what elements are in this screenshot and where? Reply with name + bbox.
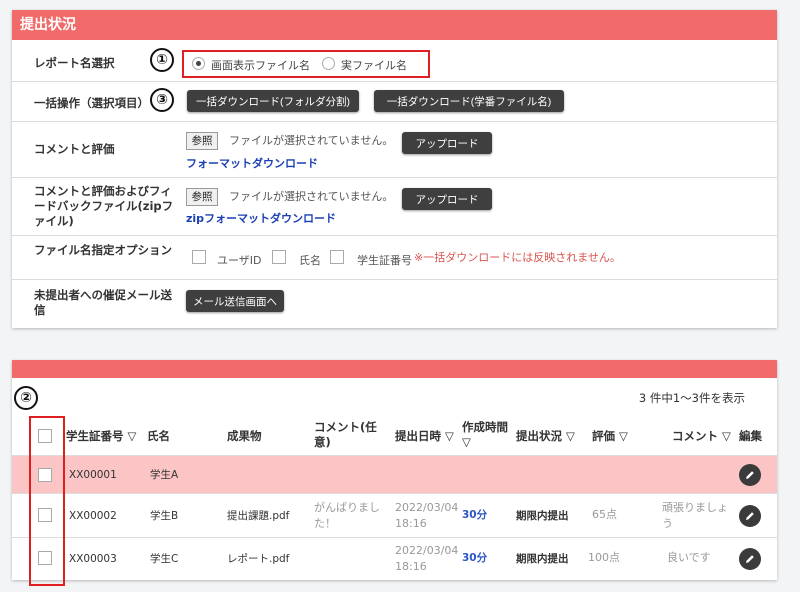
- bulk-download-folder-button[interactable]: 一括ダウンロード(フォルダ分割): [187, 90, 359, 112]
- cell-submit-time: 18:16: [395, 517, 427, 530]
- cell-name: 学生B: [150, 510, 179, 522]
- cell-grade: 65点: [592, 508, 617, 521]
- table-header-row: 学生証番号 ▽ 氏名 成果物 コメント(任意) 提出日時 ▽ 作成時間 ▽ 提出…: [12, 416, 777, 456]
- th-comment[interactable]: コメント ▽: [672, 429, 731, 444]
- cell-status: 期限内提出: [516, 553, 569, 565]
- result-count: 3 件中1～3件を表示: [638, 391, 745, 405]
- cell-status: 期限内提出: [516, 510, 569, 522]
- feedback-zip-row: コメントと評価およびフィードバックファイル(zipファイル) 参照 ファイルが選…: [12, 178, 777, 236]
- cell-comment: 頑張りましょう: [662, 501, 728, 530]
- format-download-link[interactable]: フォーマットダウンロード: [186, 155, 318, 171]
- table-row: XX00003 学生C レポート.pdf 2022/03/04 18:16 30…: [12, 538, 777, 580]
- comment-grade-row: コメントと評価 参照 ファイルが選択されていません。 アップロード フォーマット…: [12, 122, 777, 178]
- upload-button[interactable]: アップロード: [402, 132, 492, 154]
- table-row: XX00002 学生B 提出課題.pdf がんばりました！ 2022/03/04…: [12, 494, 777, 538]
- checkbox-student-no-label: 学生証番号: [357, 254, 412, 267]
- bulk-download-student-button[interactable]: 一括ダウンロード(学番ファイル名): [374, 90, 564, 112]
- checkbox-student-no[interactable]: [330, 250, 344, 264]
- cell-name: 学生C: [150, 553, 179, 565]
- th-comment-optional: コメント(任意): [314, 420, 377, 449]
- checkbox-name-label: 氏名: [299, 254, 321, 267]
- mail-send-button[interactable]: メール送信画面へ: [186, 290, 284, 312]
- reminder-row: 未提出者への催促メール送信 メール送信画面へ: [12, 280, 777, 328]
- pencil-icon: [746, 555, 754, 563]
- panel-title: 提出状況: [12, 10, 777, 40]
- checkbox-user-id-label: ユーザID: [217, 254, 262, 267]
- th-deliverable: 成果物: [227, 429, 262, 443]
- table-panel-header: [12, 360, 777, 378]
- checkbox-user-id[interactable]: [192, 250, 206, 264]
- checkbox-name[interactable]: [272, 250, 286, 264]
- cell-student-no: XX00002: [69, 510, 117, 522]
- annotation-circled-2: ②: [14, 386, 38, 410]
- cell-file-link[interactable]: 提出課題.pdf: [227, 509, 289, 523]
- cell-name: 学生A: [150, 469, 179, 481]
- annotation-circled-3: ③: [150, 88, 174, 112]
- th-status[interactable]: 提出状況 ▽: [516, 429, 575, 444]
- annotation-circled-1: ①: [150, 48, 174, 72]
- upload-zip-button[interactable]: アップロード: [402, 188, 492, 210]
- browse-button[interactable]: 参照: [186, 132, 218, 150]
- annotation-box-checkbox-column: [29, 416, 65, 586]
- th-name: 氏名: [147, 429, 170, 443]
- cell-comment-optional: がんばりました！: [314, 501, 380, 530]
- no-file-text: ファイルが選択されていません。: [229, 134, 394, 147]
- cell-submit-date: 2022/03/04: [395, 544, 459, 557]
- bulk-note: ※一括ダウンロードには反映されません。: [414, 251, 621, 264]
- cell-comment: 良いです: [667, 551, 711, 564]
- filename-option-label: ファイル名指定オプション: [34, 243, 172, 257]
- cell-file-link[interactable]: レポート.pdf: [227, 552, 289, 566]
- th-student-no[interactable]: 学生証番号 ▽: [66, 429, 136, 444]
- th-edit: 編集: [739, 429, 762, 443]
- annotation-box-report-name: [182, 50, 430, 78]
- pencil-icon: [746, 512, 754, 520]
- cell-student-no: XX00003: [69, 553, 117, 565]
- table-row: XX00001 学生A: [12, 456, 777, 494]
- cell-submit-time: 18:16: [395, 560, 427, 573]
- th-submit-datetime[interactable]: 提出日時 ▽: [395, 429, 454, 444]
- comment-grade-label: コメントと評価: [34, 142, 115, 156]
- cell-submit-date: 2022/03/04: [395, 501, 459, 514]
- browse-button-zip[interactable]: 参照: [186, 188, 218, 206]
- edit-button[interactable]: [739, 464, 761, 486]
- edit-button[interactable]: [739, 505, 761, 527]
- cell-work-time[interactable]: 30分: [462, 508, 487, 522]
- cell-student-no: XX00001: [69, 469, 117, 481]
- bulk-operation-row: 一括操作（選択項目） 一括ダウンロード(フォルダ分割) 一括ダウンロード(学番フ…: [12, 82, 777, 122]
- zip-format-download-link[interactable]: zipフォーマットダウンロード: [186, 210, 336, 226]
- th-grade[interactable]: 評価 ▽: [592, 429, 628, 444]
- edit-button[interactable]: [739, 548, 761, 570]
- submission-table-panel: 3 件中1～3件を表示 学生証番号 ▽ 氏名 成果物 コメント(任意) 提出日時…: [12, 360, 777, 580]
- cell-work-time[interactable]: 30分: [462, 551, 487, 565]
- pencil-icon: [746, 471, 754, 479]
- no-file-text-zip: ファイルが選択されていません。: [229, 190, 394, 203]
- filename-option-row: ファイル名指定オプション ユーザID 氏名 学生証番号 ※一括ダウンロードには反…: [12, 236, 777, 280]
- cell-grade: 100点: [588, 551, 620, 564]
- feedback-zip-label: コメントと評価およびフィードバックファイル(zipファイル): [34, 184, 174, 228]
- reminder-label: 未提出者への催促メール送信: [34, 288, 172, 317]
- th-work-time[interactable]: 作成時間 ▽: [462, 420, 510, 450]
